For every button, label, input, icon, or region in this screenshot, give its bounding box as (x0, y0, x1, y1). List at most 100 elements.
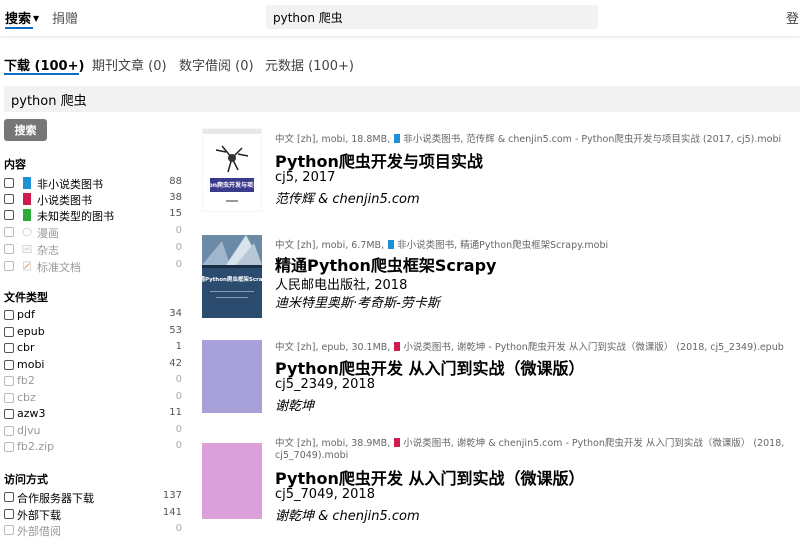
checkbox[interactable] (4, 509, 14, 519)
tab-metadata[interactable]: 元数据 (100+) (265, 55, 354, 74)
filter-filetype-fb2[interactable]: fb2 0 (4, 374, 186, 390)
filter-label: cbr (17, 341, 35, 354)
checkbox[interactable] (4, 310, 14, 320)
filter-content-fiction[interactable]: 小说类图书 38 (4, 192, 186, 208)
filter-count: 0 (175, 440, 182, 451)
filter-label: mobi (17, 358, 45, 371)
result-title[interactable]: Python爬虫开发与项目实战 (275, 148, 483, 172)
checkbox[interactable] (4, 194, 14, 204)
result-meta: 中文 [zh], mobi, 18.8MB, 非小说类图书, 范传辉 & che… (275, 134, 782, 145)
checkbox[interactable] (4, 327, 14, 337)
filter-label: 标准文档 (37, 261, 81, 274)
filter-count: 38 (169, 192, 182, 203)
tab-active-underline (4, 73, 79, 75)
result-publisher: 人民邮电出版社, 2018 (275, 278, 408, 293)
checkbox[interactable] (4, 426, 14, 436)
filter-filetype-epub[interactable]: epub 53 (4, 325, 186, 341)
result-author: 谢乾坤 & chenjin5.com (275, 509, 420, 524)
filter-count: 0 (175, 424, 182, 435)
filter-label: djvu (17, 424, 41, 437)
book-cover-placeholder[interactable] (202, 340, 262, 413)
checkbox[interactable] (4, 360, 14, 370)
tab-digital-lending[interactable]: 数字借阅 (0) (179, 55, 254, 74)
filter-content-standards[interactable]: 标准文档 0 (4, 259, 186, 275)
result-title[interactable]: Python爬虫开发 从入门到实战（微课版） (275, 355, 584, 379)
filter-label: fb2.zip (17, 440, 55, 453)
filter-content-nonfiction[interactable]: 非小说类图书 88 (4, 176, 186, 192)
cover-title-text: 精通Python爬虫框架Scrapy (202, 275, 262, 283)
filter-filetype-fb2zip[interactable]: fb2.zip 0 (4, 440, 186, 456)
checkbox[interactable] (4, 227, 14, 237)
checkbox[interactable] (4, 409, 14, 419)
login-link[interactable]: 登 (786, 8, 799, 27)
document-icon (23, 261, 31, 271)
filter-count: 34 (169, 308, 182, 319)
book-blue-icon (388, 240, 395, 249)
main-search-input[interactable] (4, 86, 800, 112)
checkbox[interactable] (4, 492, 14, 502)
result-publisher: cj5_2349, 2018 (275, 377, 375, 392)
checkbox[interactable] (4, 178, 14, 188)
filter-access-external-download[interactable]: 外部下载 141 (4, 507, 186, 523)
checkbox[interactable] (4, 244, 14, 254)
book-cover-image[interactable]: 精通Python爬虫框架Scrapy (202, 235, 262, 318)
book-green-icon (23, 209, 31, 221)
checkbox[interactable] (4, 210, 14, 220)
book-red-icon (394, 342, 401, 351)
filter-content-comics[interactable]: 漫画 0 (4, 225, 186, 241)
tab-journal-articles[interactable]: 期刊文章 (0) (92, 55, 167, 74)
checkbox[interactable] (4, 376, 14, 386)
book-cover-image[interactable]: Python爬虫开发与项目实战 (202, 128, 262, 212)
nav-search-tab[interactable]: 搜索 ▼ (5, 8, 39, 27)
cover-title-text: Python爬虫开发与项目实战 (202, 181, 262, 189)
book-red-icon (23, 193, 31, 205)
result-title[interactable]: Python爬虫开发 从入门到实战（微课版） (275, 465, 584, 489)
filter-content-magazines[interactable]: 杂志 0 (4, 242, 186, 258)
filter-filetype-azw3[interactable]: azw3 11 (4, 407, 186, 423)
filter-count: 53 (169, 325, 182, 336)
filter-filetype-cbz[interactable]: cbz 0 (4, 391, 186, 407)
nav-donate-link[interactable]: 捐赠 (52, 8, 78, 27)
filter-filetype-mobi[interactable]: mobi 42 (4, 358, 186, 374)
filter-label: 未知类型的图书 (37, 210, 114, 223)
tab-downloads[interactable]: 下载 (100+) (4, 55, 84, 74)
filter-label: 外部下载 (17, 509, 61, 522)
filter-count: 0 (175, 259, 182, 270)
filter-count: 141 (162, 507, 182, 518)
filter-count: 15 (169, 208, 182, 219)
book-blue-icon (23, 177, 31, 189)
checkbox[interactable] (4, 442, 14, 452)
filter-label: 杂志 (37, 244, 59, 257)
filetype-section-title: 文件类型 (4, 291, 48, 304)
checkbox[interactable] (4, 393, 14, 403)
result-meta: 中文 [zh], epub, 30.1MB, 小说类图书, 谢乾坤 - Pyth… (275, 342, 784, 353)
result-author: 范传辉 & chenjin5.com (275, 192, 420, 207)
filter-content-unknown[interactable]: 未知类型的图书 15 (4, 208, 186, 224)
top-search-input[interactable] (266, 5, 598, 29)
result-meta: 中文 [zh], mobi, 38.9MB, 小说类图书, 谢乾坤 & chen… (275, 438, 785, 461)
filter-access-external-borrow[interactable]: 外部借阅 0 (4, 523, 186, 539)
checkbox[interactable] (4, 261, 14, 271)
filter-label: 非小说类图书 (37, 178, 103, 191)
book-red-icon (394, 438, 401, 447)
filter-count: 11 (169, 407, 182, 418)
filter-filetype-djvu[interactable]: djvu 0 (4, 424, 186, 440)
newspaper-icon (22, 245, 32, 253)
filter-filetype-pdf[interactable]: pdf 34 (4, 308, 186, 324)
filter-filetype-cbr[interactable]: cbr 1 (4, 341, 186, 357)
book-cover-placeholder[interactable] (202, 443, 262, 519)
filter-label: 外部借阅 (17, 525, 61, 538)
result-title[interactable]: 精通Python爬虫框架Scrapy (275, 252, 496, 276)
filter-count: 0 (175, 523, 182, 534)
checkbox[interactable] (4, 525, 14, 535)
filter-count: 0 (175, 242, 182, 253)
caret-down-icon: ▼ (33, 14, 40, 23)
filter-label: 合作服务器下载 (17, 492, 94, 505)
checkbox[interactable] (4, 343, 14, 353)
filter-access-partner[interactable]: 合作服务器下载 137 (4, 490, 186, 506)
content-section-title: 内容 (4, 158, 26, 171)
filter-label: fb2 (17, 374, 35, 387)
filter-label: azw3 (17, 407, 46, 420)
search-button[interactable]: 搜索 (4, 119, 47, 141)
filter-count: 42 (169, 358, 182, 369)
